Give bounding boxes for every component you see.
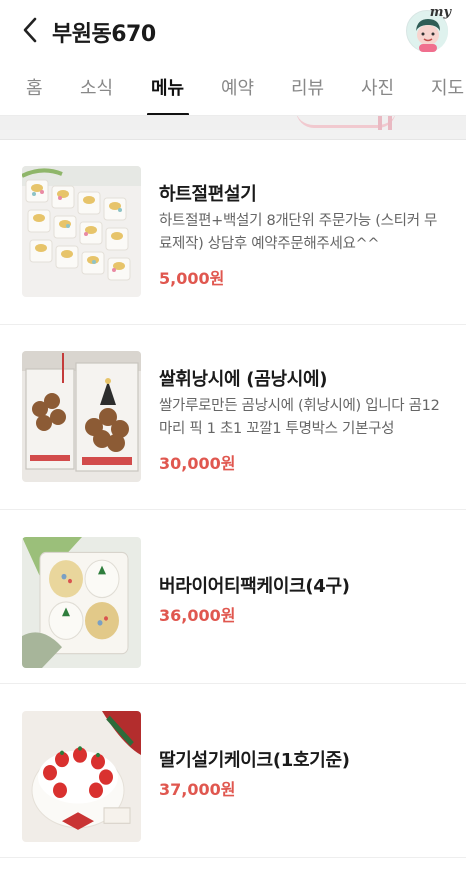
back-button[interactable] [14,14,46,46]
menu-item-price: 37,000원 [159,780,236,799]
menu-item[interactable]: 버라이어티팩케이크(4구) 36,000원 [0,510,466,684]
menu-item[interactable] [0,858,466,884]
tab-menu[interactable]: 메뉴 [151,74,184,100]
menu-item[interactable]: 쌀휘낭시에 (곰낭시에) 쌀가루로만든 곰낭시에 (휘낭시에) 입니다 곰12마… [0,325,466,510]
banner-ribbon-graphic [378,116,392,130]
my-profile-avatar[interactable]: my [406,5,451,52]
menu-item-photo[interactable] [22,537,141,668]
chevron-left-icon [23,17,37,43]
bear-financier-photo [22,351,141,482]
menu-item-photo[interactable] [22,351,141,482]
menu-list: 하트절편설기 하트절편+백설기 8개단위 주문가능 (스티커 무료제작) 상담후… [0,140,466,884]
menu-item-photo[interactable] [22,166,141,297]
menu-item-price: 5,000원 [159,269,225,288]
menu-item-name: 딸기설기케이크(1호기준) [159,750,350,771]
heart-rice-cake-photo [22,166,141,297]
menu-item-price: 36,000원 [159,606,236,625]
tab-home[interactable]: 홈 [26,74,43,100]
menu-item-description: 하트절편+백설기 8개단위 주문가능 (스티커 무료제작) 상담후 예약주문해주… [159,213,438,252]
menu-item-photo[interactable] [22,711,141,842]
menu-item-price: 30,000원 [159,454,236,473]
tab-photos[interactable]: 사진 [361,74,394,100]
tab-news[interactable]: 소식 [80,74,113,100]
variety-cake-pack-photo [22,537,141,668]
menu-item-name: 버라이어티팩케이크(4구) [159,576,350,597]
tab-map[interactable]: 지도 [431,74,464,100]
menu-item-name: 쌀휘낭시에 (곰낭시에) [159,369,328,390]
menu-item[interactable]: 딸기설기케이크(1호기준) 37,000원 [0,684,466,858]
tab-bar: 홈 소식 메뉴 예약 리뷰 사진 지도 [0,62,466,116]
menu-item-description: 쌀가루로만든 곰낭시에 (휘낭시에) 입니다 곰12마리 픽 1 초1 꼬깔1 … [159,398,440,437]
banner-image-strip [0,116,466,130]
tab-reviews[interactable]: 리뷰 [291,74,324,100]
menu-item[interactable]: 하트절편설기 하트절편+백설기 8개단위 주문가능 (스티커 무료제작) 상담후… [0,140,466,325]
tab-reservation[interactable]: 예약 [221,74,254,100]
my-badge: my [429,5,451,20]
strawberry-cake-photo [22,711,141,842]
menu-item-name: 하트절편설기 [159,184,257,205]
page-title: 부원동670 [52,22,156,47]
section-divider [0,130,466,140]
top-bar: 부원동670 my [0,0,466,62]
